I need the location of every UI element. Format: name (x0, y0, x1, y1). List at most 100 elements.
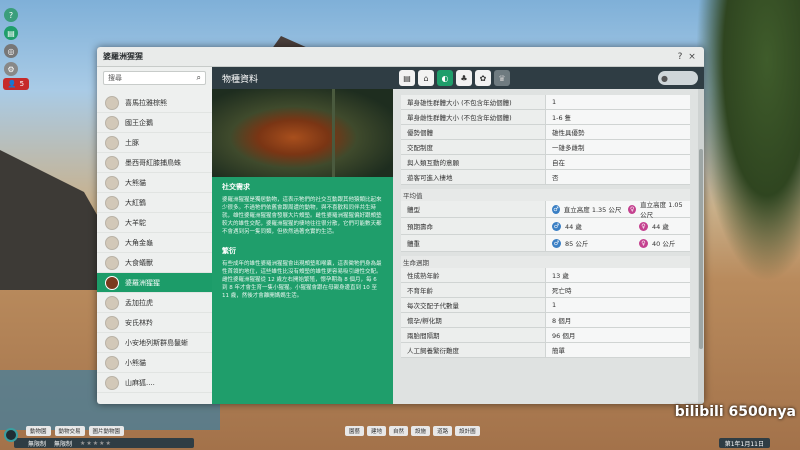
species-list-item[interactable]: 安氏林羚 (97, 313, 212, 333)
species-list-item[interactable]: 小熊貓 (97, 353, 212, 373)
species-label: 大角金龜 (125, 238, 153, 247)
status-strip: 無限制 無限制 ★★★★★ (14, 438, 194, 448)
species-list-item[interactable]: 大羊駝 (97, 213, 212, 233)
search-icon[interactable]: ⌕ (197, 73, 201, 83)
row-value: 一雄多雌制 (546, 140, 690, 154)
table-row: 與人類互動的意願 自在 (401, 155, 690, 170)
tab-food[interactable]: ◐ (437, 70, 453, 86)
scrollbar[interactable] (698, 89, 704, 404)
value-text: 否 (552, 174, 559, 182)
species-list-item[interactable]: 大紅鶴 (97, 193, 212, 213)
money-status: 無限制 (28, 440, 47, 448)
watermark: bilibili 6500nya (674, 404, 796, 420)
trade-button[interactable]: 動物交易 (54, 426, 85, 436)
row-value: 簡單 (546, 343, 690, 357)
row-label: 與人類互動的意願 (401, 155, 546, 169)
table-row: 交配制度 一雄多雌制 (401, 140, 690, 155)
species-list-item[interactable]: 婆羅洲猩猩 (97, 273, 212, 293)
animal-avatar-icon (105, 235, 119, 250)
view-toggle[interactable]: ● (658, 71, 698, 85)
value-text: 雄性具優勢 (552, 129, 585, 137)
species-list-item[interactable]: 土豚 (97, 133, 212, 153)
species-list-item[interactable]: 大熊貓 (97, 173, 212, 193)
value-text: 1-6 隻 (552, 114, 572, 122)
animal-avatar-icon (105, 155, 119, 170)
help-icon[interactable]: ? (674, 52, 686, 62)
social-text: 婆羅洲猩猩是獨居動物，這表示牠們的社交互動跟其他猿類比起來少很多。不過牠們依舊會… (222, 197, 382, 235)
search-placeholder: 搜尋 (108, 74, 122, 82)
animal-avatar-icon (105, 315, 119, 330)
animal-avatar-icon (105, 115, 119, 130)
row-value: 1 (546, 95, 690, 109)
row-value: 否 (546, 170, 690, 184)
species-list-item[interactable]: 大食蟻獸 (97, 253, 212, 273)
search-input[interactable]: 搜尋 ⌕ (103, 71, 206, 85)
alert-badge[interactable]: 👤 5 (3, 78, 29, 90)
photo-zoo-button[interactable]: 圖片動物園 (88, 426, 125, 436)
male-value: 44 歲 (565, 223, 582, 231)
gear-icon[interactable]: ⚙ (4, 62, 18, 76)
value-text: 自在 (552, 159, 565, 167)
row-value: 1-6 隻 (546, 110, 690, 124)
tab-document[interactable]: ▤ (399, 70, 415, 86)
animal-avatar-icon (105, 275, 119, 290)
table-row: 遊客可進入棲地否 (401, 170, 690, 185)
row-value: 1 (546, 298, 690, 312)
species-label: 國王企鵝 (125, 118, 153, 127)
tool-blueprints[interactable]: 設計圖 (455, 426, 480, 436)
row-label: 遊客可進入棲地 (401, 170, 546, 184)
table-row: 人工飼養繁衍難度 簡單 (401, 343, 690, 358)
row-value: 96 個月 (546, 328, 690, 342)
social-title: 社交需求 (222, 183, 250, 191)
breeding-title: 繁衍 (222, 247, 236, 255)
female-value: 直立高度 1.05 公尺 (640, 201, 683, 219)
species-label: 大熊貓 (125, 178, 146, 187)
table-row: 體重 ♂ 85 公斤 ♀ 40 公斤 (401, 235, 690, 252)
globe-icon[interactable]: ◎ (4, 44, 18, 58)
row-value: 8 個月 (546, 313, 690, 327)
species-label: 大食蟻獸 (125, 258, 153, 267)
bottom-bar: 動物園 動物交易 圖片動物園 無限制 無限制 ★★★★★ 園藝 建地 自然 設施… (0, 424, 800, 450)
tab-paw[interactable]: ✿ (475, 70, 491, 86)
breeding-text: 有些成年的雄性婆羅洲猩猩會出現頰墊和喉囊，這表徵牠們身為最性首領的地位，這些雄性… (222, 261, 382, 299)
species-list-item[interactable]: 大角金龜 (97, 233, 212, 253)
tool-nature[interactable]: 自然 (389, 426, 409, 436)
social-group: 單身雄性群體大小 (不包含年幼個體) 1 單身雌性群體大小 (不包含年幼個體) 1-6… (401, 95, 690, 185)
tool-facilities[interactable]: 設施 (411, 426, 431, 436)
species-list-item[interactable]: 喜馬拉雅棕熊 (97, 93, 212, 113)
tool-habitat[interactable]: 建地 (367, 426, 387, 436)
animal-avatar-icon (105, 175, 119, 190)
tab-habitat[interactable]: ⌂ (418, 70, 434, 86)
close-icon[interactable]: × (686, 52, 698, 62)
tool-garden[interactable]: 園藝 (345, 426, 365, 436)
info-icon[interactable]: ? (4, 8, 18, 22)
value-text: 96 個月 (552, 332, 576, 340)
row-value: 自在 (546, 155, 690, 169)
animal-avatar-icon (105, 215, 119, 230)
tab-trophy[interactable]: ♛ (494, 70, 510, 86)
species-list-item[interactable]: 小安地列斯群島鬣蜥 (97, 333, 212, 353)
species-label: 山麻狐.... (125, 378, 155, 387)
male-value: 85 公斤 (565, 240, 589, 248)
row-value: ♂ 85 公斤 ♀ 40 公斤 (546, 235, 690, 251)
zoo-button[interactable]: 動物園 (26, 426, 51, 436)
species-sidebar: 搜尋 ⌕ 喜馬拉雅棕熊國王企鵝土豚墨西哥紅膝捕鳥蛛 大熊貓大紅鶴 大羊駝大角金龜大食… (97, 67, 212, 404)
species-list-item[interactable]: 國王企鵝 (97, 113, 212, 133)
table-row: 不育年齡 死亡時 (401, 283, 690, 298)
value-text: 死亡時 (552, 287, 572, 295)
scrollbar-thumb[interactable] (699, 149, 703, 349)
clock-icon[interactable] (4, 428, 18, 442)
species-label: 小熊貓 (125, 358, 146, 367)
tool-paths[interactable]: 道路 (433, 426, 453, 436)
average-group: 平均值 體型 ♂ 直立高度 1.35 公尺 ♀ 直立高度 1.05 公尺 預期壽命 ♂ 44 … (401, 189, 690, 252)
book-icon[interactable]: ▤ (4, 26, 18, 40)
animal-avatar-icon (105, 195, 119, 210)
species-label: 墨西哥紅膝捕鳥蛛 (125, 158, 181, 167)
species-list-item[interactable]: 孟加拉虎 (97, 293, 212, 313)
species-list-item[interactable]: 山麻狐.... (97, 373, 212, 393)
female-value: 44 歲 (652, 223, 669, 231)
tab-enrichment[interactable]: ♣ (456, 70, 472, 86)
species-photo (212, 89, 393, 177)
person-icon: ● (661, 73, 668, 83)
species-list-item[interactable]: 墨西哥紅膝捕鳥蛛 (97, 153, 212, 173)
